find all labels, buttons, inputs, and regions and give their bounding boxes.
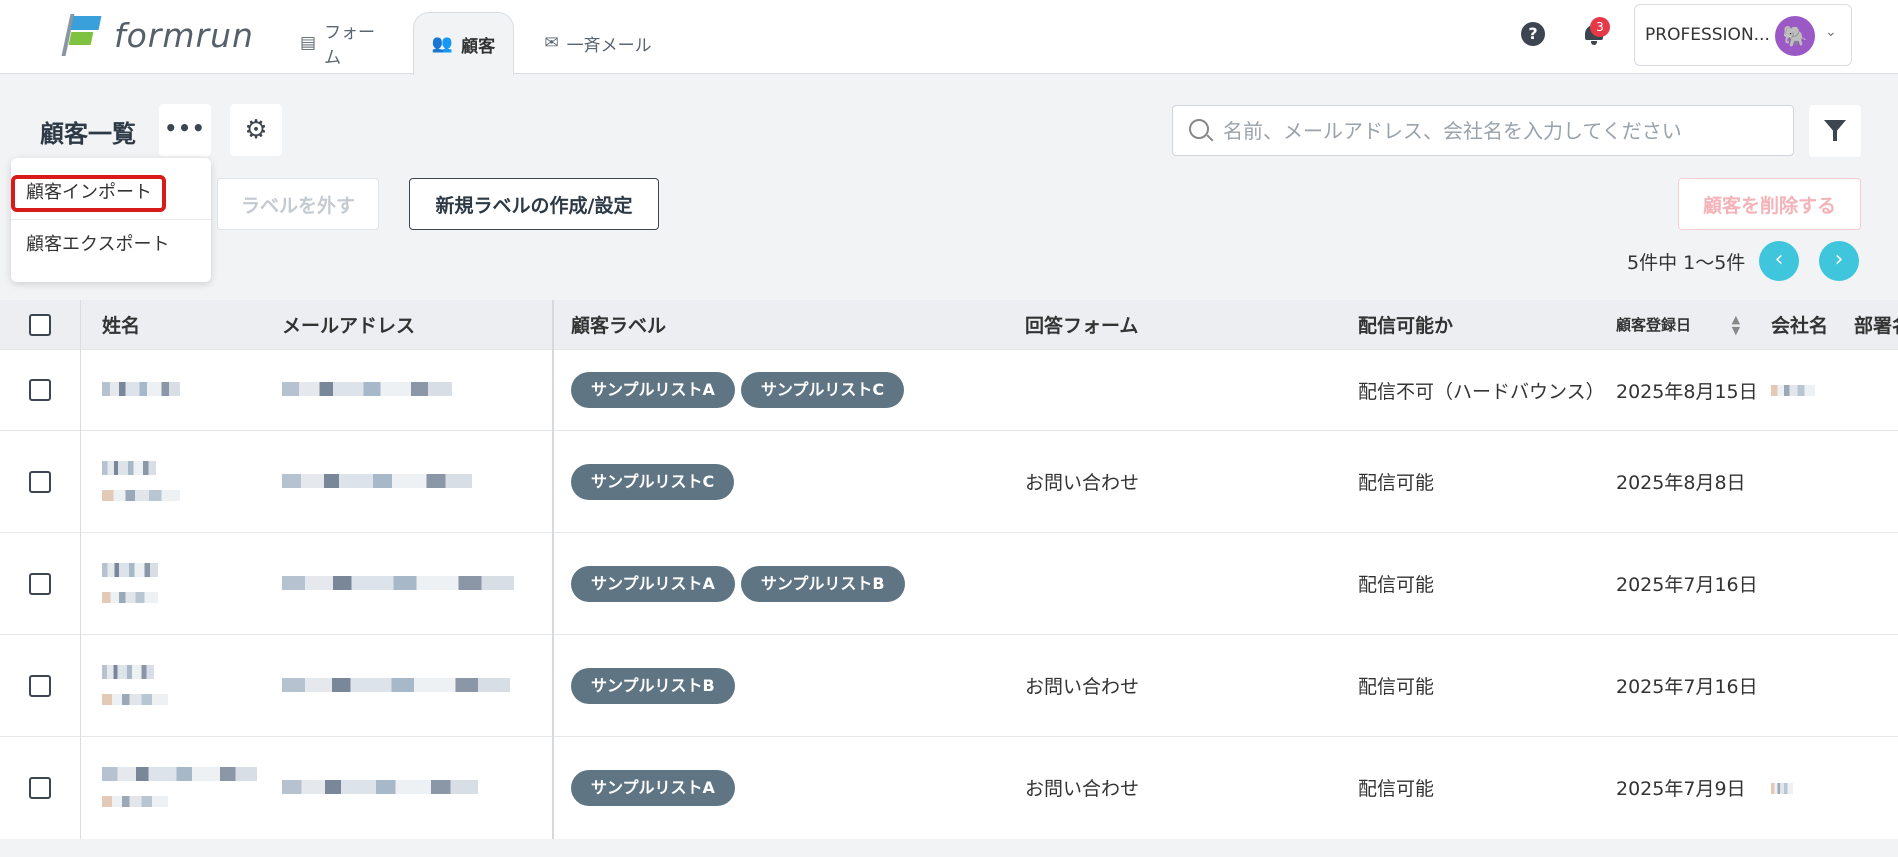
filter-button[interactable] — [1809, 105, 1861, 157]
filter-icon — [1824, 120, 1846, 141]
form-cell: お問い合わせ — [1025, 430, 1358, 533]
email-cell-redacted — [282, 736, 554, 839]
tab-form-label: フォーム — [324, 23, 376, 68]
company-cell-redacted — [1771, 736, 1854, 839]
new-label-button[interactable]: 新規ラベルの作成/設定 — [409, 178, 659, 230]
top-bar: formrun ▤ フォーム 👥 顧客 ✉ 一斉メール ? 3 PROFESSI… — [0, 0, 1898, 75]
form-icon: ▤ — [300, 33, 317, 53]
page-title: 顧客一覧 — [40, 120, 136, 148]
pager-summary: 5件中 1～5件 — [1627, 252, 1746, 274]
menu-item-export-customers[interactable]: 顧客エクスポート — [11, 219, 211, 269]
people-icon: 👥 — [431, 34, 454, 54]
tab-bulk-mail-label: 一斉メール — [566, 35, 652, 56]
header-department[interactable]: 部署名 — [1854, 300, 1898, 350]
customer-table: 姓名 メールアドレス 顧客ラベル 回答フォーム 配信可能か 顧客登録日 ▲ ▼ 会… — [0, 300, 1898, 839]
label-tag[interactable]: サンプルリストA — [571, 565, 735, 602]
name-cell-redacted — [80, 532, 282, 635]
tab-customers-label: 顧客 — [461, 36, 496, 57]
sort-icon[interactable]: ▲ ▼ — [1732, 314, 1740, 336]
email-cell-redacted — [282, 532, 554, 635]
help-icon[interactable]: ? — [1521, 22, 1545, 46]
name-cell-redacted — [80, 634, 282, 737]
menu-item-import-customers[interactable]: 顧客インポート — [11, 168, 211, 218]
label-tag[interactable]: サンプルリストB — [571, 667, 735, 704]
delivery-cell: 配信可能 — [1358, 430, 1616, 533]
form-cell — [1025, 349, 1358, 431]
tab-bulk-mail[interactable]: ✉ 一斉メール — [543, 12, 653, 74]
header-company[interactable]: 会社名 — [1771, 300, 1854, 350]
company-cell-redacted — [1771, 349, 1854, 431]
table-row[interactable]: サンプルリストB お問い合わせ 配信可能 2025年7月16日 — [0, 634, 1898, 737]
elephant-icon: 🐘 — [1775, 16, 1815, 56]
table-row[interactable]: サンプルリストA お問い合わせ 配信可能 2025年7月9日 — [0, 736, 1898, 839]
next-page-button[interactable]: › — [1819, 241, 1859, 281]
formrun-logo[interactable]: formrun — [61, 14, 254, 56]
mail-icon: ✉ — [544, 33, 559, 53]
date-cell: 2025年7月9日 — [1616, 736, 1771, 839]
table-header-row: 姓名 メールアドレス 顧客ラベル 回答フォーム 配信可能か 顧客登録日 ▲ ▼ 会… — [0, 300, 1898, 350]
bottom-area — [0, 839, 1898, 857]
logo-text: formrun — [114, 15, 254, 55]
delivery-cell: 配信可能 — [1358, 634, 1616, 737]
email-cell-redacted — [282, 349, 554, 431]
date-cell: 2025年8月8日 — [1616, 430, 1771, 533]
header-deliverable[interactable]: 配信可能か — [1358, 300, 1616, 350]
header-name[interactable]: 姓名 — [80, 300, 282, 350]
delete-customers-button[interactable]: 顧客を削除する — [1678, 178, 1861, 230]
date-cell: 2025年7月16日 — [1616, 634, 1771, 737]
table-row[interactable]: サンプルリストA サンプルリストC 配信不可（ハードバウンス） 2025年8月15… — [0, 349, 1898, 431]
chevron-down-icon: ⌄ — [1825, 24, 1837, 40]
tab-customers[interactable]: 👥 顧客 — [413, 12, 514, 75]
row-checkbox[interactable] — [29, 470, 51, 493]
row-checkbox[interactable] — [29, 379, 51, 402]
label-tag[interactable]: サンプルリストA — [571, 372, 735, 408]
date-cell: 2025年7月16日 — [1616, 532, 1771, 635]
label-tag[interactable]: サンプルリストC — [571, 463, 735, 500]
delivery-cell: 配信可能 — [1358, 736, 1616, 839]
form-cell: お問い合わせ — [1025, 736, 1358, 839]
search-box — [1172, 105, 1794, 156]
label-tag[interactable]: サンプルリストB — [740, 565, 905, 602]
header-registered-date-label: 顧客登録日 — [1616, 316, 1692, 335]
more-options-button[interactable]: ••• — [159, 104, 211, 156]
name-cell-redacted — [80, 349, 282, 431]
header-email[interactable]: メールアドレス — [282, 300, 554, 350]
search-input[interactable] — [1221, 114, 1785, 148]
flag-logo-icon — [61, 14, 106, 56]
account-plan: PROFESSION... — [1645, 25, 1770, 45]
header-registered-date[interactable]: 顧客登録日 ▲ ▼ — [1616, 300, 1771, 350]
table-row[interactable]: サンプルリストA サンプルリストB 配信可能 2025年7月16日 — [0, 532, 1898, 635]
delivery-cell: 配信不可（ハードバウンス） — [1358, 349, 1616, 431]
table-row[interactable]: サンプルリストC お問い合わせ 配信可能 2025年8月8日 — [0, 430, 1898, 533]
row-checkbox[interactable] — [29, 572, 51, 595]
row-checkbox[interactable] — [29, 674, 51, 697]
search-icon — [1189, 119, 1209, 139]
header-form[interactable]: 回答フォーム — [1025, 300, 1358, 350]
remove-label-button[interactable]: ラベルを外す — [217, 178, 379, 230]
form-cell: お問い合わせ — [1025, 634, 1358, 737]
email-cell-redacted — [282, 634, 554, 737]
account-menu[interactable]: PROFESSION... 🐘 ⌄ — [1634, 4, 1852, 66]
label-tag[interactable]: サンプルリストC — [740, 372, 905, 408]
select-all-checkbox[interactable] — [29, 313, 51, 336]
row-checkbox[interactable] — [29, 777, 51, 799]
date-cell: 2025年8月15日 — [1616, 349, 1771, 431]
gear-icon[interactable]: ⚙ — [230, 104, 282, 156]
name-cell-redacted — [80, 736, 282, 839]
form-cell — [1025, 532, 1358, 635]
label-tag[interactable]: サンプルリストA — [571, 769, 735, 806]
prev-page-button[interactable]: ‹ — [1759, 241, 1799, 281]
name-cell-redacted — [80, 430, 282, 533]
delivery-cell: 配信可能 — [1358, 532, 1616, 635]
notification-badge: 3 — [1590, 17, 1610, 37]
header-label[interactable]: 顧客ラベル — [553, 300, 1025, 350]
more-options-dropdown: 顧客インポート 顧客エクスポート — [11, 158, 211, 282]
email-cell-redacted — [282, 430, 554, 533]
tab-form[interactable]: ▤ フォーム — [300, 12, 388, 74]
